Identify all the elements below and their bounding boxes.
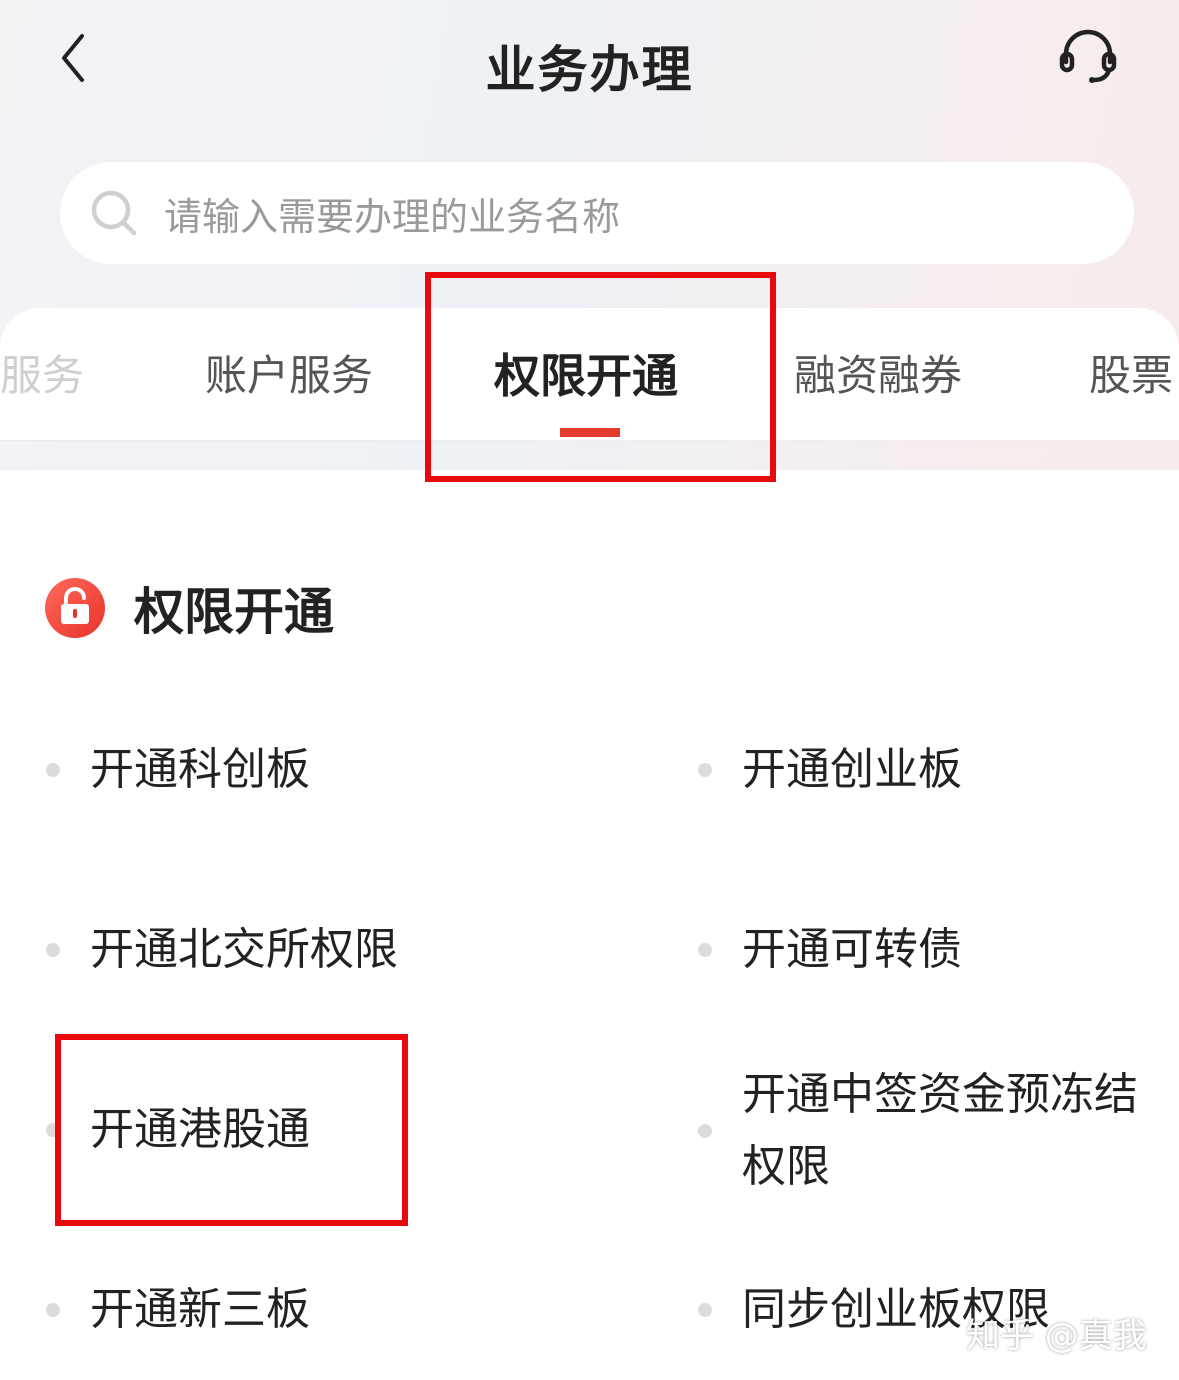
search-input[interactable]: 请输入需要办理的业务名称 [164, 186, 620, 241]
list-item-label: 开通创业板 [742, 744, 962, 795]
list-item-label: 开通中签资金预冻结权限 [742, 1069, 1138, 1192]
list-item-ipo-fund-freeze[interactable]: 开通中签资金预冻结权限 [698, 1059, 1142, 1203]
list-item-bse[interactable]: 开通北交所权限 [46, 914, 398, 986]
unlock-icon [45, 578, 105, 638]
section-header: 权限开通 [44, 572, 334, 644]
bullet [46, 943, 60, 957]
bullet [698, 1303, 712, 1317]
bullet [698, 943, 712, 957]
list-item-label: 开通北交所权限 [90, 924, 398, 975]
customer-support-button[interactable] [1052, 22, 1124, 94]
annotation-box-item [55, 1034, 408, 1226]
list-item-label: 开通可转债 [742, 924, 962, 975]
list-item-label: 开通新三板 [90, 1284, 310, 1335]
list-item-label: 开通科创板 [90, 744, 310, 795]
tab-service[interactable]: 服务 [0, 342, 84, 403]
list-item-neeq[interactable]: 开通新三板 [46, 1274, 310, 1346]
list-item-star-market[interactable]: 开通科创板 [46, 734, 310, 806]
tab-account-service[interactable]: 账户服务 [205, 342, 373, 403]
bullet [46, 1303, 60, 1317]
list-item-convertible-bond[interactable]: 开通可转债 [698, 914, 962, 986]
tab-stocks[interactable]: 股票 [1089, 342, 1173, 403]
bullet [46, 763, 60, 777]
bullet [698, 1124, 712, 1138]
search-bar[interactable]: 请输入需要办理的业务名称 [60, 162, 1134, 264]
section-title: 权限开通 [134, 583, 334, 641]
list-item-chinext[interactable]: 开通创业板 [698, 734, 962, 806]
tab-margin-trading[interactable]: 融资融券 [794, 342, 962, 403]
search-icon [91, 190, 137, 236]
page-title: 业务办理 [485, 41, 694, 99]
headset-icon [1059, 29, 1117, 83]
bullet [698, 763, 712, 777]
watermark: 知乎 @真我 [966, 1316, 1147, 1356]
annotation-box-tab [425, 272, 776, 482]
